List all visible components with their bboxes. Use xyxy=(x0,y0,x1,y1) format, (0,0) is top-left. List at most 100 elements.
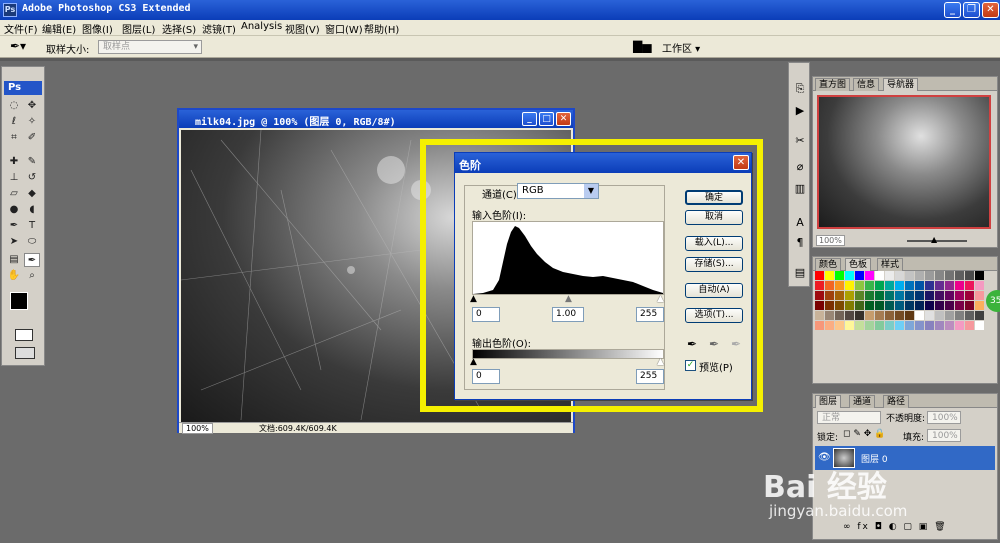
tab-paths[interactable]: 路径 xyxy=(883,395,910,408)
color-swatch[interactable] xyxy=(845,321,854,330)
color-swatch[interactable] xyxy=(895,301,904,310)
color-swatch[interactable] xyxy=(925,321,934,330)
color-swatch[interactable] xyxy=(845,311,854,320)
color-swatch[interactable] xyxy=(935,281,944,290)
workspace-menu[interactable]: 工作区 ▾ xyxy=(662,40,700,55)
color-swatch[interactable] xyxy=(925,291,934,300)
color-swatch[interactable] xyxy=(965,291,974,300)
color-swatch[interactable] xyxy=(885,321,894,330)
color-swatch[interactable] xyxy=(855,311,864,320)
menu-view[interactable]: 视图(V) xyxy=(285,21,320,36)
type-tool-icon[interactable]: T xyxy=(24,219,40,233)
navigator-preview[interactable] xyxy=(817,95,991,229)
color-swatch[interactable] xyxy=(845,301,854,310)
color-swatch[interactable] xyxy=(835,301,844,310)
paint-bucket-tool-icon[interactable]: ◆ xyxy=(24,187,40,201)
marquee-tool-icon[interactable]: ◌ xyxy=(6,99,22,113)
color-swatch[interactable] xyxy=(835,321,844,330)
workspace-icon[interactable]: ▇▅ xyxy=(633,39,651,53)
lasso-tool-icon[interactable]: ℓ xyxy=(6,115,22,129)
magic-wand-tool-icon[interactable]: ✧ xyxy=(24,115,40,129)
color-swatch[interactable] xyxy=(865,301,874,310)
color-swatch[interactable] xyxy=(975,281,984,290)
input-gamma-field[interactable]: 1.00 xyxy=(552,307,584,322)
color-swatch[interactable] xyxy=(825,291,834,300)
color-swatch[interactable] xyxy=(865,321,874,330)
color-swatch[interactable] xyxy=(905,291,914,300)
color-swatch[interactable] xyxy=(945,301,954,310)
color-swatch[interactable] xyxy=(965,321,974,330)
color-swatch[interactable] xyxy=(905,281,914,290)
color-swatch[interactable] xyxy=(955,291,964,300)
color-swatch[interactable] xyxy=(915,281,924,290)
color-swatch[interactable] xyxy=(875,321,884,330)
quick-mask-icon[interactable] xyxy=(15,329,33,341)
color-swatch[interactable] xyxy=(925,271,934,280)
color-swatch[interactable] xyxy=(945,311,954,320)
color-swatch[interactable] xyxy=(935,301,944,310)
color-swatch[interactable] xyxy=(895,311,904,320)
color-swatch[interactable] xyxy=(895,271,904,280)
color-swatch[interactable] xyxy=(855,321,864,330)
healing-tool-icon[interactable]: ✚ xyxy=(6,155,22,169)
layer-name[interactable]: 图层 0 xyxy=(861,452,888,465)
color-swatch[interactable] xyxy=(895,291,904,300)
brushes-icon[interactable]: ⌀ xyxy=(792,159,808,175)
color-swatch[interactable] xyxy=(885,291,894,300)
tab-color[interactable]: 颜色 xyxy=(815,258,842,271)
color-swatch[interactable] xyxy=(875,271,884,280)
color-swatch[interactable] xyxy=(825,311,834,320)
menu-file[interactable]: 文件(F) xyxy=(4,21,38,36)
slice-tool-icon[interactable]: ✐ xyxy=(24,131,40,145)
doc-zoom-field[interactable]: 100% xyxy=(182,423,213,434)
zoom-slider-handle[interactable]: ▲ xyxy=(931,235,937,244)
color-swatch[interactable] xyxy=(835,311,844,320)
menu-filter[interactable]: 滤镜(T) xyxy=(202,21,236,36)
color-swatch[interactable] xyxy=(965,281,974,290)
color-swatch[interactable] xyxy=(975,321,984,330)
color-swatch[interactable] xyxy=(815,301,824,310)
layer-comps-icon[interactable]: ▤ xyxy=(792,265,808,281)
crop-tool-icon[interactable]: ⌗ xyxy=(6,131,22,145)
menu-select[interactable]: 选择(S) xyxy=(162,21,196,36)
tab-channels[interactable]: 通道 xyxy=(849,395,876,408)
eye-icon[interactable]: 👁 xyxy=(818,452,831,463)
color-swatch[interactable] xyxy=(935,321,944,330)
navigator-zoom-field[interactable]: 100% xyxy=(816,235,845,246)
hand-tool-icon[interactable]: ✋ xyxy=(6,269,22,283)
foreground-color-swatch[interactable] xyxy=(10,292,28,310)
color-swatch[interactable] xyxy=(835,291,844,300)
color-swatch[interactable] xyxy=(855,291,864,300)
ok-button[interactable]: 确定 xyxy=(685,190,743,205)
doc-maximize-button[interactable]: □ xyxy=(539,112,554,126)
cancel-button[interactable]: 取消 xyxy=(685,210,743,225)
color-swatch[interactable] xyxy=(945,281,954,290)
color-swatch[interactable] xyxy=(975,271,984,280)
move-tool-icon[interactable]: ✥ xyxy=(24,99,40,113)
channel-select[interactable]: RGB ▼ xyxy=(517,183,599,199)
tab-swatches[interactable]: 色板 xyxy=(845,258,872,271)
color-swatch[interactable] xyxy=(915,301,924,310)
input-gamma-slider[interactable]: ▲ xyxy=(565,294,572,304)
restore-button[interactable]: ❐ xyxy=(963,2,980,18)
shape-tool-icon[interactable]: ⬭ xyxy=(24,235,40,249)
color-swatch[interactable] xyxy=(925,301,934,310)
color-swatch[interactable] xyxy=(865,291,874,300)
tab-info[interactable]: 信息 xyxy=(853,78,880,91)
menu-analysis[interactable]: Analysis xyxy=(241,21,282,32)
eyedropper-tool-icon[interactable]: ✒ xyxy=(24,253,40,267)
black-eyedropper-icon[interactable]: ✒ xyxy=(687,337,697,351)
screen-mode-icon[interactable] xyxy=(15,347,35,359)
color-swatch[interactable] xyxy=(815,271,824,280)
color-swatch[interactable] xyxy=(905,321,914,330)
output-white-field[interactable]: 255 xyxy=(636,369,664,384)
preview-checkbox[interactable]: ✓ xyxy=(685,360,696,371)
pen-tool-icon[interactable]: ✒ xyxy=(6,219,22,233)
output-black-field[interactable]: 0 xyxy=(472,369,500,384)
options-button[interactable]: 选项(T)... xyxy=(685,308,743,323)
auto-button[interactable]: 自动(A) xyxy=(685,283,743,298)
document-title-bar[interactable]: milk04.jpg @ 100% (图层 0, RGB/8#) _ □ ✕ xyxy=(179,110,573,128)
minimize-button[interactable]: _ xyxy=(944,2,961,18)
paragraph-icon[interactable]: ¶ xyxy=(792,235,808,251)
color-swatch[interactable] xyxy=(945,271,954,280)
